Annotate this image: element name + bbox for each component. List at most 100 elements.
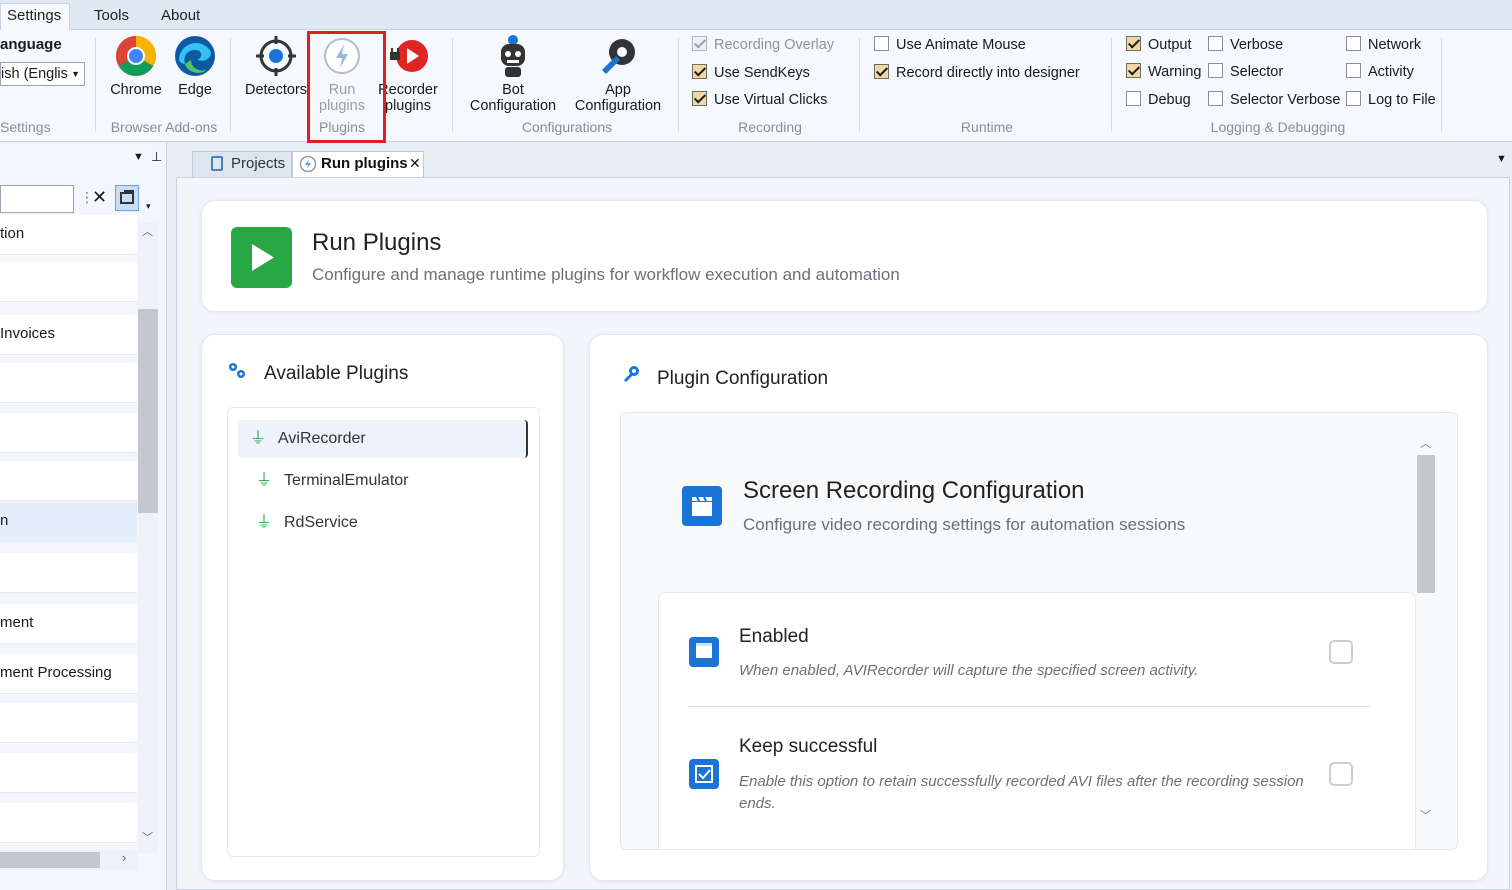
- tab-run-plugins[interactable]: Run plugins ✕: [292, 151, 424, 177]
- network-checkbox[interactable]: Network: [1346, 35, 1421, 55]
- plugin-item-rdservice[interactable]: ⏚ RdService: [238, 504, 528, 542]
- list-item[interactable]: [0, 461, 137, 501]
- edge-button[interactable]: Edge: [170, 34, 220, 98]
- recorder-plugins-button[interactable]: Recorder plugins: [375, 34, 441, 114]
- plugin-configuration-card: Plugin Configuration Screen Recording Co…: [589, 334, 1488, 881]
- log-to-file-checkbox[interactable]: Log to File: [1346, 90, 1436, 110]
- group-label-logging: Logging & Debugging: [1210, 119, 1346, 135]
- keep-successful-checkbox[interactable]: [1329, 762, 1353, 786]
- horizontal-scrollbar[interactable]: ›: [0, 850, 138, 870]
- debug-checkbox[interactable]: Debug: [1126, 90, 1191, 110]
- checkbox-box: [692, 91, 707, 106]
- tab-about[interactable]: About: [151, 4, 210, 30]
- verbose-checkbox[interactable]: Verbose: [1208, 35, 1283, 55]
- panel-menu-icon[interactable]: ▼: [133, 151, 144, 163]
- scrollbar-thumb[interactable]: [1417, 455, 1435, 593]
- option-enabled-description: When enabled, AVIRecorder will capture t…: [739, 662, 1199, 679]
- ribbon-separator: [452, 38, 453, 132]
- list-item[interactable]: [0, 262, 137, 302]
- collapse-all-icon[interactable]: [115, 185, 139, 211]
- selector-verbose-label: Selector Verbose: [1230, 92, 1341, 108]
- plugin-item-avirecorder[interactable]: ⏚ AviRecorder: [238, 420, 528, 458]
- list-item[interactable]: [0, 703, 137, 743]
- chrome-button[interactable]: Chrome: [106, 34, 166, 98]
- enabled-checkbox[interactable]: [1329, 640, 1353, 664]
- search-input[interactable]: [0, 185, 74, 213]
- wrench-gear-icon: [596, 34, 640, 78]
- output-checkbox[interactable]: Output: [1126, 35, 1192, 55]
- group-label-configurations: Configurations: [521, 119, 613, 135]
- output-label: Output: [1148, 37, 1192, 53]
- run-plugins-button[interactable]: Run plugins: [313, 34, 371, 114]
- list-item[interactable]: tion: [0, 215, 137, 255]
- use-animate-mouse-checkbox[interactable]: Use Animate Mouse: [874, 35, 1026, 55]
- dropdown-arrow-icon[interactable]: ▾: [146, 201, 151, 212]
- scroll-down-icon[interactable]: ﹀: [142, 829, 153, 845]
- available-plugins-title: Available Plugins: [264, 363, 409, 384]
- tab-projects[interactable]: Projects: [192, 151, 292, 177]
- tab-settings[interactable]: Settings: [0, 3, 70, 31]
- detectors-button[interactable]: Detectors: [241, 34, 311, 98]
- list-item[interactable]: [0, 803, 137, 843]
- chrome-label: Chrome: [110, 82, 162, 98]
- app-configuration-label-line1: App: [605, 82, 631, 98]
- selector-checkbox[interactable]: Selector: [1208, 62, 1283, 82]
- use-virtual-clicks-checkbox[interactable]: Use Virtual Clicks: [692, 90, 827, 110]
- vertical-scrollbar[interactable]: ︿ ﹀: [138, 223, 158, 853]
- bot-icon: [491, 34, 535, 78]
- use-sendkeys-checkbox[interactable]: Use SendKeys: [692, 63, 810, 83]
- bot-configuration-label-line1: Bot: [502, 82, 524, 98]
- scrollbar-thumb[interactable]: [0, 852, 100, 868]
- list-item[interactable]: ment: [0, 604, 137, 644]
- document-tab-bar: Projects Run plugins ✕ ▼: [168, 143, 1512, 177]
- pin-icon[interactable]: ⊥: [151, 149, 162, 165]
- tab-overflow-icon[interactable]: ▼: [1496, 153, 1507, 165]
- chrome-icon: [114, 34, 158, 78]
- ribbon: anguage ish (Englis ▼ Settings Chrome Ed…: [0, 30, 1512, 142]
- scroll-down-icon[interactable]: ﹀: [1420, 807, 1431, 823]
- scroll-right-icon[interactable]: ›: [122, 850, 126, 865]
- list-item[interactable]: [0, 413, 137, 453]
- checkbox-box: [1126, 36, 1141, 51]
- tab-tools[interactable]: Tools: [84, 4, 139, 30]
- vertical-scrollbar[interactable]: ︿ ﹀: [1415, 435, 1437, 831]
- app-configuration-button[interactable]: App Configuration: [568, 34, 668, 114]
- available-plugins-card: Available Plugins ⏚ AviRecorder ⏚ Termin…: [201, 334, 564, 881]
- scroll-up-icon[interactable]: ︿: [142, 223, 153, 239]
- run-plugins-icon: [320, 34, 364, 78]
- edge-label: Edge: [178, 82, 212, 98]
- warning-checkbox[interactable]: Warning: [1126, 62, 1201, 82]
- language-dropdown[interactable]: ish (Englis ▼: [0, 62, 85, 86]
- list-item[interactable]: [0, 363, 137, 403]
- record-into-designer-checkbox[interactable]: Record directly into designer: [874, 63, 1080, 83]
- bot-configuration-button[interactable]: Bot Configuration: [463, 34, 563, 114]
- scroll-up-icon[interactable]: ︿: [1420, 435, 1431, 451]
- language-value: ish (Englis: [1, 66, 68, 82]
- plugin-item-terminalemulator[interactable]: ⏚ TerminalEmulator: [238, 462, 528, 500]
- activity-checkbox[interactable]: Activity: [1346, 62, 1414, 82]
- plugin-name: TerminalEmulator: [284, 472, 409, 489]
- ribbon-tab-bar: Settings Tools About: [0, 0, 1512, 31]
- list-item[interactable]: ment Processing: [0, 654, 137, 694]
- list-item[interactable]: n: [0, 502, 137, 542]
- plug-icon: ⏚: [250, 430, 267, 447]
- warning-label: Warning: [1148, 64, 1202, 80]
- scrollbar-thumb[interactable]: [138, 309, 158, 513]
- checkbox-box: [1346, 36, 1361, 51]
- edge-icon: [173, 34, 217, 78]
- recording-overlay-checkbox[interactable]: Recording Overlay: [692, 35, 834, 55]
- list-item[interactable]: [0, 753, 137, 793]
- group-label-recording: Recording: [738, 119, 802, 135]
- gears-icon: [227, 361, 247, 384]
- log-to-file-label: Log to File: [1368, 92, 1436, 108]
- checkbox-box: [692, 64, 707, 79]
- plug-icon: ⏚: [256, 514, 273, 531]
- list-item[interactable]: [0, 553, 137, 593]
- clear-icon[interactable]: ✕: [92, 187, 107, 208]
- close-icon[interactable]: ✕: [409, 151, 421, 175]
- list-item[interactable]: Invoices: [0, 315, 137, 355]
- language-label: anguage: [0, 36, 62, 53]
- page-title: Run Plugins: [312, 229, 442, 256]
- selector-verbose-checkbox[interactable]: Selector Verbose: [1208, 90, 1340, 110]
- checkbox-box: [1208, 63, 1223, 78]
